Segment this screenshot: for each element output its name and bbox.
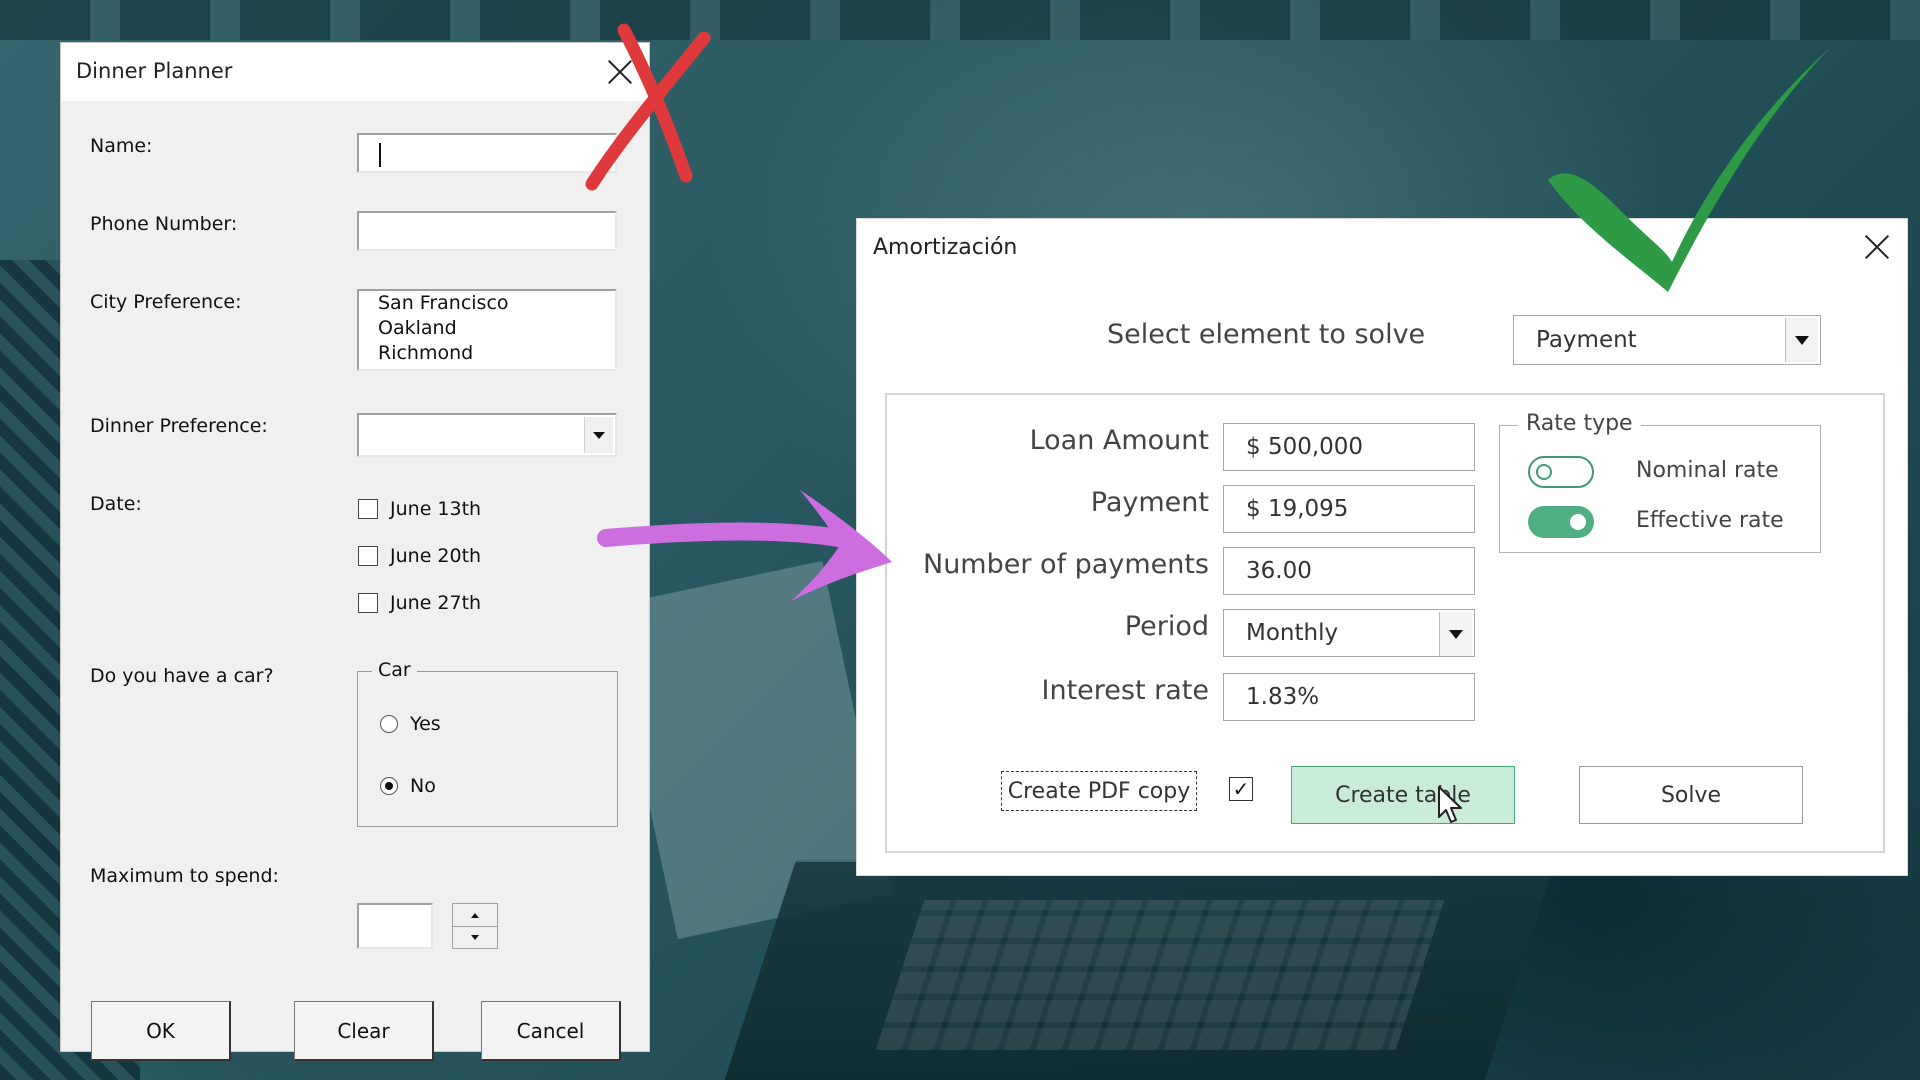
radio-button-selected[interactable]: [380, 777, 398, 795]
checkbox[interactable]: [358, 499, 378, 519]
amortizacion-titlebar: Amortización: [857, 219, 1907, 277]
interest-rate-value: 1.83%: [1246, 684, 1320, 710]
clear-button[interactable]: Clear: [294, 1001, 434, 1061]
city-option[interactable]: Richmond: [359, 341, 615, 366]
close-icon[interactable]: [1863, 233, 1891, 261]
interest-rate-label: Interest rate: [1041, 675, 1209, 706]
chevron-up-icon: [471, 912, 479, 918]
create-pdf-checkbox[interactable]: ✓: [1229, 777, 1253, 801]
date-label: Date:: [90, 493, 142, 515]
city-option[interactable]: San Francisco: [359, 291, 615, 316]
period-value: Monthly: [1246, 620, 1339, 646]
mouse-pointer-icon: [1438, 786, 1462, 823]
car-label: Do you have a car?: [90, 665, 274, 687]
payment-label: Payment: [1090, 487, 1209, 518]
solve-element-label: Select element to solve: [1107, 319, 1426, 350]
city-option[interactable]: Oakland: [359, 316, 615, 341]
phone-input[interactable]: [357, 211, 617, 251]
name-label: Name:: [90, 135, 153, 157]
payment-value: $ 19,095: [1246, 496, 1349, 522]
effective-rate-toggle[interactable]: [1528, 506, 1594, 538]
checkbox-label: June 27th: [390, 592, 482, 614]
background-shelf: [0, 0, 1920, 40]
loan-amount-value: $ 500,000: [1246, 434, 1364, 460]
spin-down-button[interactable]: [453, 926, 497, 948]
dinner-planner-dialog: Dinner Planner Name: Phone Number: City …: [60, 42, 650, 1061]
name-input[interactable]: [357, 133, 617, 173]
dropdown-button[interactable]: [1785, 318, 1818, 362]
ok-button[interactable]: OK: [91, 1001, 231, 1061]
max-spend-label: Maximum to spend:: [90, 865, 279, 887]
cancel-button[interactable]: Cancel: [481, 1001, 621, 1061]
create-pdf-copy-label[interactable]: Create PDF copy: [1001, 771, 1197, 811]
car-yes-option[interactable]: Yes: [380, 710, 441, 738]
payment-input[interactable]: $ 19,095: [1223, 485, 1475, 533]
amortizacion-dialog: Amortización Select element to solve Pay…: [856, 218, 1908, 876]
checkbox[interactable]: [358, 546, 378, 566]
phone-label: Phone Number:: [90, 213, 238, 235]
city-label: City Preference:: [90, 291, 242, 313]
dinner-planner-titlebar: Dinner Planner: [61, 43, 649, 101]
max-spend-input[interactable]: [357, 903, 433, 949]
chevron-down-icon: [1449, 629, 1463, 639]
dinner-planner-title: Dinner Planner: [76, 59, 233, 83]
loan-amount-label: Loan Amount: [1029, 425, 1209, 456]
solve-element-value: Payment: [1536, 327, 1637, 353]
period-select[interactable]: Monthly: [1223, 609, 1475, 657]
checkbox[interactable]: [358, 593, 378, 613]
dropdown-button[interactable]: [1439, 612, 1472, 656]
chevron-down-icon: [471, 934, 479, 940]
amortizacion-title: Amortización: [873, 235, 1018, 260]
dinner-label: Dinner Preference:: [90, 415, 268, 437]
car-no-option[interactable]: No: [380, 772, 436, 800]
nominal-rate-toggle[interactable]: [1528, 456, 1594, 488]
effective-rate-label: Effective rate: [1636, 508, 1784, 533]
interest-rate-input[interactable]: 1.83%: [1223, 673, 1475, 721]
dropdown-button[interactable]: [584, 417, 613, 453]
number-of-payments-label: Number of payments: [923, 549, 1209, 580]
number-of-payments-input[interactable]: 36.00: [1223, 547, 1475, 595]
date-option-june13[interactable]: June 13th: [358, 495, 481, 523]
radio-button[interactable]: [380, 715, 398, 733]
rate-type-frame: Rate type Nominal rate Effective rate: [1499, 411, 1821, 553]
background-keyboard: [875, 900, 1445, 1050]
close-icon[interactable]: [606, 58, 634, 86]
rate-type-caption: Rate type: [1518, 411, 1641, 436]
chevron-down-icon: [1795, 335, 1809, 345]
number-of-payments-value: 36.00: [1246, 558, 1312, 584]
max-spend-spinner[interactable]: [452, 903, 498, 949]
date-option-june27[interactable]: June 27th: [358, 589, 481, 617]
car-frame-caption: Car: [372, 659, 417, 681]
loan-amount-input[interactable]: $ 500,000: [1223, 423, 1475, 471]
checkbox-label: June 20th: [390, 545, 482, 567]
solve-button[interactable]: Solve: [1579, 766, 1803, 824]
dinner-select[interactable]: [357, 413, 617, 457]
radio-label: Yes: [410, 713, 441, 735]
spin-up-button[interactable]: [453, 904, 497, 927]
date-option-june20[interactable]: June 20th: [358, 542, 481, 570]
city-listbox[interactable]: San Francisco Oakland Richmond: [357, 289, 617, 371]
car-frame: Car Yes No: [357, 659, 618, 827]
nominal-rate-label: Nominal rate: [1636, 458, 1779, 483]
period-label: Period: [1124, 611, 1209, 642]
radio-label: No: [410, 775, 436, 797]
chevron-down-icon: [593, 431, 605, 439]
solve-element-select[interactable]: Payment: [1513, 315, 1821, 365]
create-table-button[interactable]: Create table: [1291, 766, 1515, 824]
text-caret: [379, 143, 381, 167]
checkbox-label: June 13th: [390, 498, 482, 520]
